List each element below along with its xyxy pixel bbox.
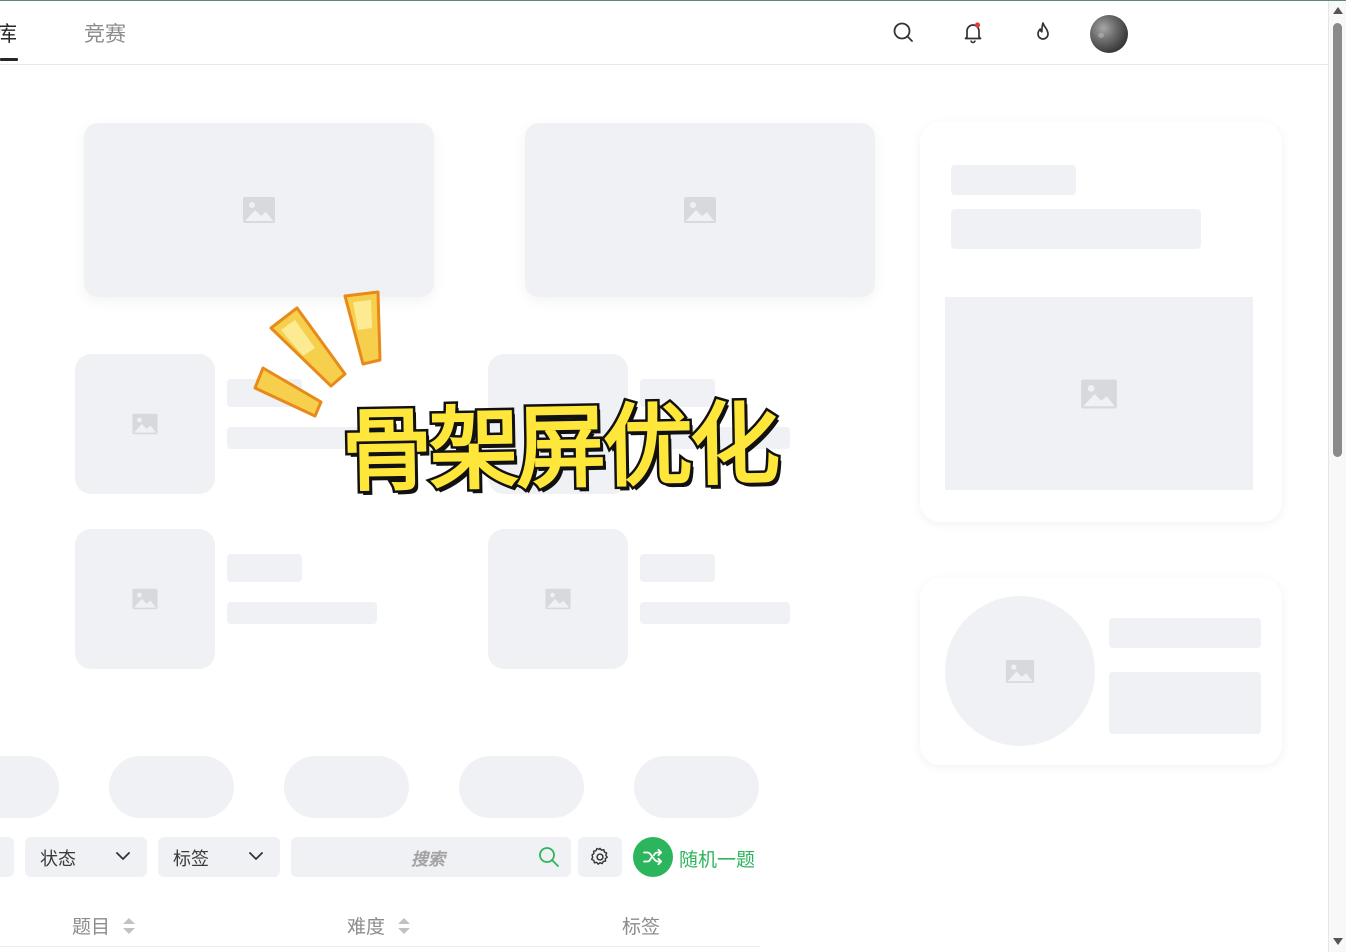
- table-header-divider: [0, 946, 760, 947]
- text-line-placeholder: [951, 165, 1076, 195]
- category-pill-placeholder: [109, 756, 234, 818]
- active-tab-underline: [0, 58, 18, 61]
- banner-placeholder: [525, 123, 875, 297]
- avatar-placeholder: [945, 596, 1095, 746]
- flame-icon[interactable]: [1030, 19, 1056, 45]
- column-header-tags: 标签: [622, 916, 661, 938]
- search-input[interactable]: 搜索: [291, 837, 571, 877]
- shuffle-icon[interactable]: [633, 837, 673, 877]
- chevron-down-icon: [116, 852, 130, 860]
- text-line-placeholder: [227, 554, 302, 582]
- text-line-placeholder: [951, 209, 1201, 249]
- search-icon[interactable]: [537, 845, 561, 869]
- text-line-placeholder: [227, 602, 377, 624]
- chevron-down-icon: [249, 852, 263, 860]
- sort-icon[interactable]: [122, 916, 136, 936]
- tag-filter-label: 标签: [173, 849, 209, 870]
- gear-icon: [590, 847, 608, 865]
- tab-contest[interactable]: 竞赛: [84, 20, 126, 48]
- random-problem-button[interactable]: 随机一题: [679, 845, 755, 872]
- image-placeholder-icon: [243, 197, 275, 223]
- image-placeholder-icon: [1081, 378, 1117, 409]
- column-header-difficulty[interactable]: 难度: [347, 912, 385, 939]
- search-placeholder: 搜索: [411, 850, 445, 870]
- status-filter-label: 状态: [40, 849, 76, 870]
- filter-dropdown-partial[interactable]: [0, 837, 14, 877]
- category-pill-placeholder: [284, 756, 409, 818]
- scroll-down-arrow-icon[interactable]: [1333, 938, 1343, 945]
- card-thumb-placeholder: [488, 529, 628, 669]
- user-avatar[interactable]: [1090, 15, 1128, 53]
- sidebar-card-placeholder: [920, 122, 1282, 522]
- card-thumb-placeholder: [75, 529, 215, 669]
- search-icon[interactable]: [890, 19, 916, 45]
- tab-problem-bank[interactable]: 库: [0, 20, 17, 48]
- sort-icon[interactable]: [397, 916, 411, 936]
- image-placeholder-icon: [684, 197, 716, 223]
- status-filter-dropdown[interactable]: 状态: [25, 837, 147, 877]
- image-placeholder-icon: [1005, 659, 1035, 683]
- banner-placeholder: [84, 123, 434, 297]
- text-line-placeholder: [1109, 672, 1261, 734]
- overlay-title: 骨架屏优化: [339, 390, 781, 508]
- text-line-placeholder: [640, 602, 790, 624]
- image-placeholder-icon: [545, 588, 571, 610]
- tag-filter-dropdown[interactable]: 标签: [158, 837, 280, 877]
- image-placeholder: [945, 297, 1253, 490]
- image-placeholder-icon: [132, 588, 158, 610]
- image-placeholder-icon: [132, 413, 158, 435]
- bell-icon[interactable]: [960, 19, 986, 45]
- vertical-scrollbar[interactable]: [1328, 1, 1346, 952]
- card-thumb-placeholder: [75, 354, 215, 494]
- notification-dot: [974, 22, 981, 28]
- scrollbar-thumb[interactable]: [1333, 23, 1342, 457]
- category-pill-placeholder: [0, 756, 59, 818]
- settings-button[interactable]: [578, 837, 622, 877]
- scroll-up-arrow-icon[interactable]: [1333, 7, 1343, 14]
- category-pill-placeholder: [459, 756, 584, 818]
- sidebar-profile-placeholder: [920, 578, 1282, 765]
- column-header-title[interactable]: 题目: [72, 912, 110, 939]
- category-pill-placeholder: [634, 756, 759, 818]
- text-line-placeholder: [1109, 618, 1261, 648]
- top-nav-bar: 库 竞赛: [0, 1, 1328, 65]
- text-line-placeholder: [640, 554, 715, 582]
